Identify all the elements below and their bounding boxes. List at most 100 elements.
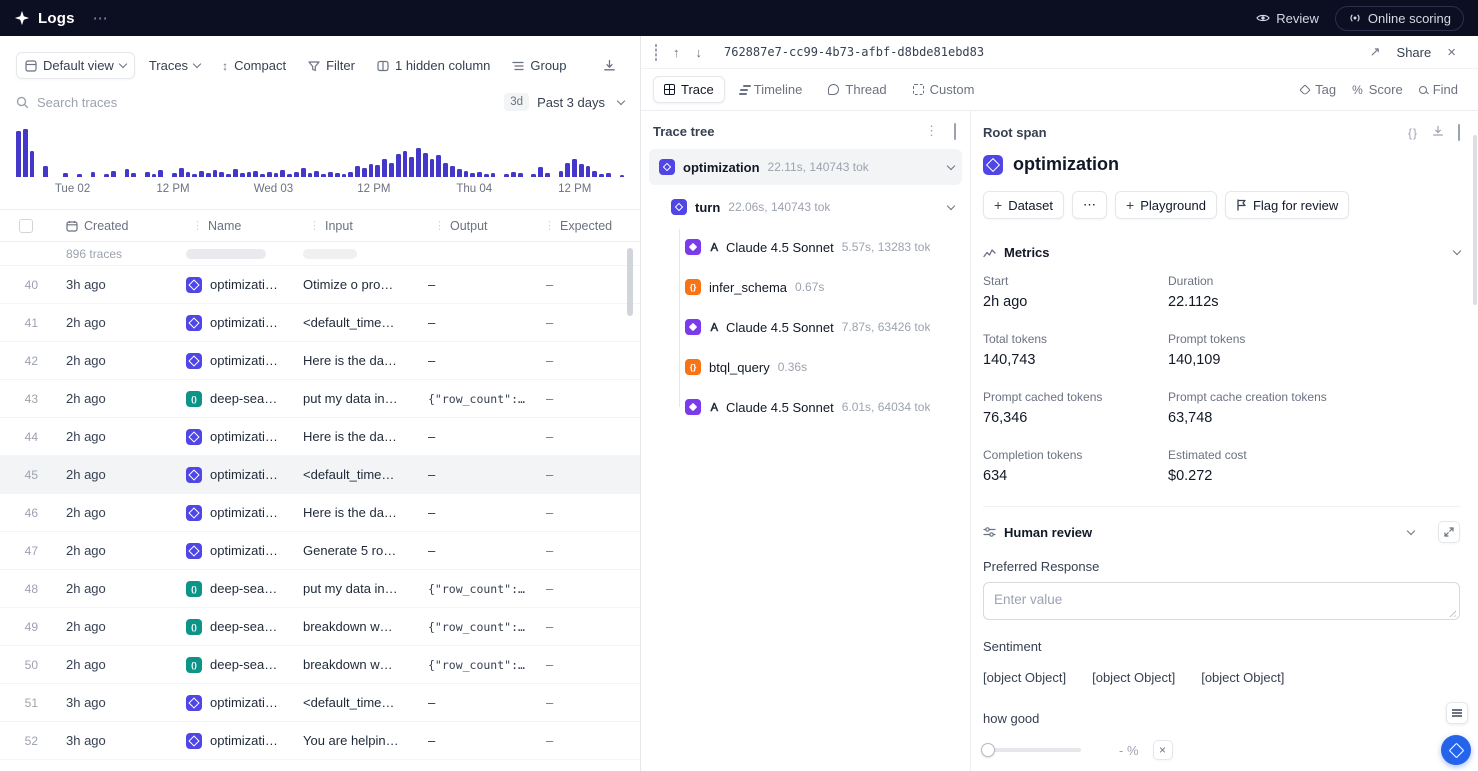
export-button[interactable]: [595, 54, 624, 77]
preferred-response-input[interactable]: [983, 582, 1460, 620]
tree-item-meta: 0.36s: [778, 360, 807, 374]
tree-layout-button[interactable]: [909, 124, 923, 139]
table-row[interactable]: 40 3h ago optimizati… Otimize o pro… – –: [0, 266, 640, 304]
left-scrollbar-thumb[interactable]: [627, 248, 633, 316]
search-input[interactable]: [37, 95, 504, 110]
search-icon: [1419, 86, 1427, 94]
detail-tab[interactable]: Trace: [653, 76, 725, 103]
add-to-dataset-button[interactable]: + Dataset: [983, 191, 1064, 219]
row-number: 44: [0, 430, 48, 444]
column-header-input[interactable]: Input: [295, 210, 420, 241]
review-button[interactable]: Review: [1248, 7, 1327, 30]
open-in-new-button[interactable]: ↗: [1362, 42, 1389, 62]
logs-toolbar: Default view Traces ↕ Compact Filter: [16, 52, 624, 79]
next-trace-button[interactable]: ↓: [688, 43, 711, 62]
metrics-section-header[interactable]: Metrics: [983, 245, 1460, 260]
span-kind-icon: [671, 199, 687, 215]
online-scoring-button[interactable]: Online scoring: [1335, 6, 1464, 31]
filter-button[interactable]: Filter: [300, 53, 363, 78]
tree-more-button[interactable]: ⋮: [923, 123, 952, 139]
feedback-notes-button[interactable]: [1446, 702, 1468, 724]
column-header-name[interactable]: Name: [178, 210, 295, 241]
expand-panel-button[interactable]: [655, 43, 665, 62]
trace-tree-item[interactable]: Claude 4.5 Sonnet 6.01s, 64034 tok: [649, 389, 962, 425]
row-expected: –: [530, 543, 640, 558]
row-name-cell: optimizati…: [178, 543, 295, 559]
table-row[interactable]: 41 2h ago optimizati… <default_time… – –: [0, 304, 640, 342]
column-header-created[interactable]: Created: [48, 210, 178, 241]
metric-value: 63,748: [1168, 410, 1460, 426]
assistant-fab[interactable]: [1441, 735, 1471, 765]
sentiment-option[interactable]: [object Object]: [1092, 666, 1175, 689]
column-header-output[interactable]: Output: [420, 210, 530, 241]
table-row[interactable]: 48 2h ago deep-sea… put my data in… {"ro…: [0, 570, 640, 608]
span-type-icon: [186, 391, 202, 407]
date-range-dropdown[interactable]: Past 3 days: [537, 95, 624, 110]
select-all-checkbox[interactable]: [19, 219, 33, 233]
table-row[interactable]: 46 2h ago optimizati… Here is the da… – …: [0, 494, 640, 532]
compact-toggle[interactable]: ↕ Compact: [214, 53, 294, 78]
table-row[interactable]: 45 2h ago optimizati… <default_time… – –: [0, 456, 640, 494]
expand-diagonal-icon: [1444, 527, 1454, 537]
span-type-icon: [186, 619, 202, 635]
share-button[interactable]: Share: [1389, 43, 1440, 62]
trace-tree-item[interactable]: Claude 4.5 Sonnet 5.57s, 13283 tok: [649, 229, 962, 265]
traces-dropdown-label: Traces: [149, 58, 188, 73]
sentiment-option[interactable]: [object Object]: [983, 666, 1066, 689]
view-json-button[interactable]: {}: [1408, 125, 1432, 140]
table-row[interactable]: 50 2h ago deep-sea… breakdown w… {"row_c…: [0, 646, 640, 684]
plus-icon: +: [1126, 198, 1134, 212]
view-selector[interactable]: Default view: [16, 52, 135, 79]
row-input: Generate 5 ro…: [295, 543, 420, 558]
detail-tab[interactable]: Custom: [902, 76, 986, 103]
column-header-expected[interactable]: Expected: [530, 210, 640, 241]
slider-track[interactable]: [983, 748, 1081, 752]
sentiment-option[interactable]: [object Object]: [1201, 666, 1284, 689]
table-row[interactable]: 49 2h ago deep-sea… breakdown w… {"row_c…: [0, 608, 640, 646]
flag-for-review-button[interactable]: Flag for review: [1225, 191, 1349, 219]
trace-tree-item[interactable]: btql_query 0.36s: [649, 349, 962, 385]
close-button[interactable]: ×: [1439, 42, 1464, 63]
tag-button[interactable]: Tag: [1293, 78, 1344, 101]
slider-thumb[interactable]: [981, 743, 995, 757]
previous-trace-button[interactable]: ↑: [665, 43, 688, 62]
span-type-icon: [186, 429, 202, 445]
row-name: optimizati…: [210, 277, 278, 292]
table-row[interactable]: 44 2h ago optimizati… Here is the da… – …: [0, 418, 640, 456]
close-icon: ×: [1159, 743, 1166, 757]
table-row[interactable]: 47 2h ago optimizati… Generate 5 ro… – –: [0, 532, 640, 570]
row-expected: –: [530, 467, 640, 482]
histogram-bars[interactable]: [16, 129, 624, 177]
page-more-menu[interactable]: ⋯: [93, 9, 108, 27]
topbar: Logs ⋯ Review Online scoring: [0, 0, 1478, 36]
human-review-header[interactable]: Human review: [983, 521, 1460, 543]
split-view-button[interactable]: [1458, 125, 1460, 140]
trace-tree-item[interactable]: optimization 22.11s, 140743 tok: [649, 149, 962, 185]
metric-label: Prompt cache creation tokens: [1168, 390, 1460, 404]
clear-score-button[interactable]: ×: [1153, 740, 1173, 760]
table-row[interactable]: 51 3h ago optimizati… <default_time… – –: [0, 684, 640, 722]
hidden-column-button[interactable]: 1 hidden column: [369, 53, 498, 78]
right-scrollbar-thumb[interactable]: [1473, 135, 1477, 305]
tree-panel-toggle[interactable]: [952, 124, 958, 139]
review-label: Review: [1276, 11, 1319, 26]
trace-tree-item[interactable]: turn 22.06s, 140743 tok: [649, 189, 962, 225]
detail-tab[interactable]: Timeline: [729, 76, 814, 103]
group-button[interactable]: Group: [504, 53, 574, 78]
row-expected: –: [530, 657, 640, 672]
table-row[interactable]: 42 2h ago optimizati… Here is the da… – …: [0, 342, 640, 380]
trace-tree-item[interactable]: infer_schema 0.67s: [649, 269, 962, 305]
detail-tab[interactable]: Thread: [817, 76, 897, 103]
add-to-playground-button[interactable]: + Playground: [1115, 191, 1217, 219]
trace-tree-item[interactable]: Claude 4.5 Sonnet 7.87s, 63426 tok: [649, 309, 962, 345]
download-span-button[interactable]: [1432, 125, 1458, 140]
score-button[interactable]: % Score: [1344, 78, 1411, 101]
expand-review-button[interactable]: [1438, 521, 1460, 543]
traces-dropdown[interactable]: Traces: [141, 53, 208, 78]
row-expected: –: [530, 391, 640, 406]
more-actions-button[interactable]: ⋯: [1072, 191, 1107, 219]
row-number: 41: [0, 316, 48, 330]
find-button[interactable]: Find: [1411, 78, 1466, 101]
table-row[interactable]: 43 2h ago deep-sea… put my data in… {"ro…: [0, 380, 640, 418]
table-row[interactable]: 52 3h ago optimizati… You are helpin… – …: [0, 722, 640, 760]
